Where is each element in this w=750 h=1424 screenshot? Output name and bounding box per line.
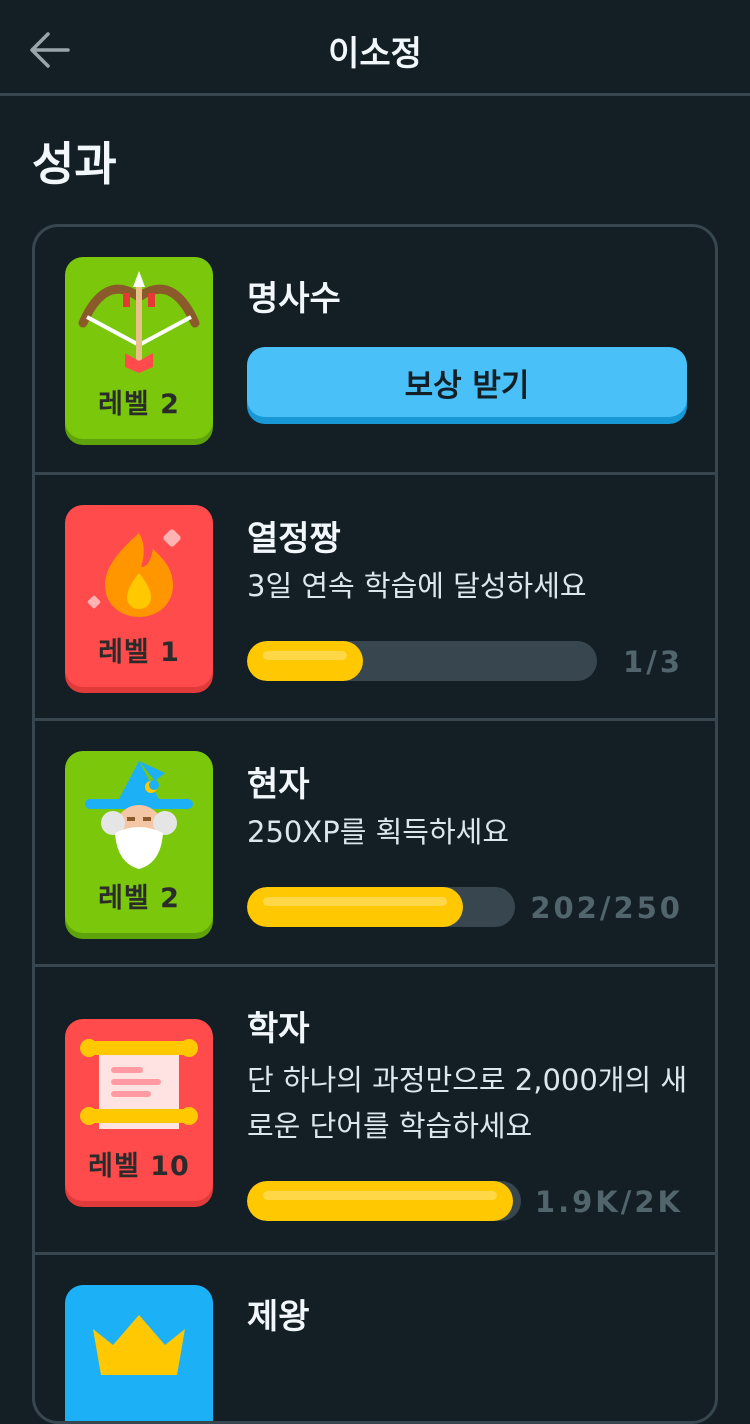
achievement-name: 학자 bbox=[247, 1009, 310, 1049]
level-label: 레벨 1 bbox=[98, 637, 180, 668]
section-title: 성과 bbox=[32, 137, 117, 191]
bow-arrow-icon bbox=[78, 271, 200, 373]
progress-bar bbox=[247, 1181, 521, 1221]
achievement-row: 레벨 10 학자 단 하나의 과정만으로 2,000개의 새로운 단어를 학습하… bbox=[35, 967, 715, 1255]
achievement-badge: 레벨 10 bbox=[65, 1019, 213, 1201]
level-label: 레벨 2 bbox=[98, 883, 180, 914]
progress-fill bbox=[247, 1181, 513, 1221]
achievement-row: 레벨 2 현자 250XP를 획득하세요 202/250 bbox=[35, 721, 715, 967]
fire-icon bbox=[87, 529, 181, 617]
progress-fill bbox=[247, 887, 463, 927]
page-title: 이소정 bbox=[328, 34, 422, 74]
achievement-row: 레벨 1 열정짱 3일 연속 학습에 달성하세요 1/3 bbox=[35, 475, 715, 721]
achievement-badge: 레벨 2 bbox=[65, 257, 213, 439]
achievement-row: 제왕 bbox=[35, 1255, 715, 1421]
wizard-icon bbox=[85, 761, 193, 869]
crown-icon bbox=[93, 1315, 185, 1375]
achievement-description: 단 하나의 과정만으로 2,000개의 새로운 단어를 학습하세요 bbox=[247, 1063, 688, 1143]
achievement-description: 3일 연속 학습에 달성하세요 bbox=[247, 569, 587, 603]
progress-fill bbox=[247, 641, 363, 681]
progress-count: 202/250 bbox=[530, 891, 683, 925]
top-bar: 이소정 bbox=[0, 0, 750, 96]
level-label: 레벨 10 bbox=[88, 1151, 190, 1182]
achievement-row: 레벨 2 명사수 보상 받기 bbox=[35, 227, 715, 475]
achievement-name: 제왕 bbox=[247, 1297, 310, 1337]
progress-bar bbox=[247, 887, 515, 927]
progress-count: 1/3 bbox=[623, 645, 683, 679]
achievement-badge: 레벨 2 bbox=[65, 751, 213, 933]
achievement-name: 현자 bbox=[247, 765, 310, 805]
achievement-description: 250XP를 획득하세요 bbox=[247, 815, 510, 849]
achievement-name: 명사수 bbox=[247, 279, 341, 319]
achievement-badge bbox=[65, 1285, 213, 1421]
achievements-card: 레벨 2 명사수 보상 받기 레벨 1 열정짱 3일 연속 학습에 달성하세요 … bbox=[32, 224, 718, 1424]
achievement-name: 열정짱 bbox=[247, 519, 341, 559]
level-label: 레벨 2 bbox=[98, 389, 180, 420]
claim-reward-button[interactable]: 보상 받기 bbox=[247, 347, 687, 417]
progress-bar bbox=[247, 641, 597, 681]
achievement-badge: 레벨 1 bbox=[65, 505, 213, 687]
progress-count: 1.9K/2K bbox=[534, 1185, 683, 1219]
scroll-icon bbox=[80, 1039, 198, 1129]
